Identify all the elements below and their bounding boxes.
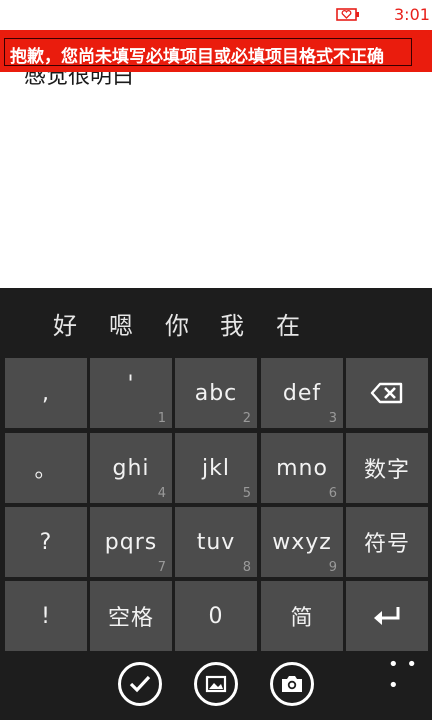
more-options-button[interactable]: • • •	[388, 654, 432, 696]
camera-icon	[282, 676, 302, 692]
key-label: 。	[34, 458, 58, 483]
key-8-tuv[interactable]: tuv 8	[175, 507, 257, 577]
key-period[interactable]: 。	[5, 433, 87, 503]
camera-button[interactable]	[270, 662, 314, 706]
key-label: ?	[39, 529, 53, 555]
key-number: 8	[242, 560, 251, 575]
key-label: 0	[208, 603, 224, 629]
app-bar: • • •	[0, 648, 432, 720]
candidate-1[interactable]: 好	[47, 306, 83, 341]
candidate-3[interactable]: 你	[159, 306, 195, 341]
key-symbols-mode[interactable]: 符号	[346, 507, 428, 577]
key-question[interactable]: ?	[5, 507, 87, 577]
key-numbers-mode[interactable]: 数字	[346, 433, 428, 503]
key-2-abc[interactable]: abc 2	[175, 358, 257, 428]
key-label: ,	[42, 380, 50, 406]
key-label: 简	[290, 606, 314, 631]
checkmark-icon	[129, 675, 151, 693]
key-number: 9	[328, 560, 337, 575]
key-4-ghi[interactable]: ghi 4	[90, 433, 172, 503]
image-icon	[205, 675, 227, 693]
key-label: 符号	[363, 532, 410, 557]
typed-text: 感觉很明白	[24, 72, 135, 89]
key-label: 数字	[363, 458, 410, 483]
enter-icon	[346, 581, 428, 651]
backspace-key[interactable]	[346, 358, 428, 428]
key-number: 5	[242, 486, 251, 501]
candidate-4[interactable]: 我	[214, 306, 250, 341]
key-number: 4	[157, 486, 166, 501]
message-textarea[interactable]: 感觉很明白	[0, 72, 432, 288]
ime-keyboard: 好 嗯 你 我 在 , ' 1 abc 2 def 3 。 ghi 4 jkl	[0, 288, 432, 720]
candidate-2[interactable]: 嗯	[103, 306, 139, 341]
key-0[interactable]: 0	[175, 581, 257, 651]
key-1-apostrophe[interactable]: ' 1	[90, 358, 172, 428]
key-simplified-toggle[interactable]: 简	[261, 581, 343, 651]
status-bar: 3:01	[0, 0, 432, 30]
key-5-jkl[interactable]: jkl 5	[175, 433, 257, 503]
key-3-def[interactable]: def 3	[261, 358, 343, 428]
error-message: 抱歉，您尚未填写必填项目或必填项目格式不正确	[10, 47, 384, 67]
key-label: 空格	[107, 606, 154, 631]
key-comma[interactable]: ,	[5, 358, 87, 428]
battery-icon	[336, 8, 359, 21]
key-number: 2	[242, 411, 251, 426]
key-label: !	[41, 603, 51, 629]
candidate-5[interactable]: 在	[270, 306, 306, 341]
enter-key[interactable]	[346, 581, 428, 651]
send-button[interactable]	[118, 662, 162, 706]
error-banner: 抱歉，您尚未填写必填项目或必填项目格式不正确	[0, 30, 432, 72]
attach-image-button[interactable]	[194, 662, 238, 706]
key-number: 6	[328, 486, 337, 501]
key-number: 3	[328, 411, 337, 426]
key-7-pqrs[interactable]: pqrs 7	[90, 507, 172, 577]
candidate-bar: 好 嗯 你 我 在	[0, 288, 432, 356]
space-key[interactable]: 空格	[90, 581, 172, 651]
key-6-mno[interactable]: mno 6	[261, 433, 343, 503]
key-number: 1	[157, 411, 166, 426]
key-number: 7	[157, 560, 166, 575]
key-exclamation[interactable]: !	[5, 581, 87, 651]
backspace-icon	[346, 358, 428, 428]
clock-time: 3:01	[394, 5, 430, 24]
key-9-wxyz[interactable]: wxyz 9	[261, 507, 343, 577]
